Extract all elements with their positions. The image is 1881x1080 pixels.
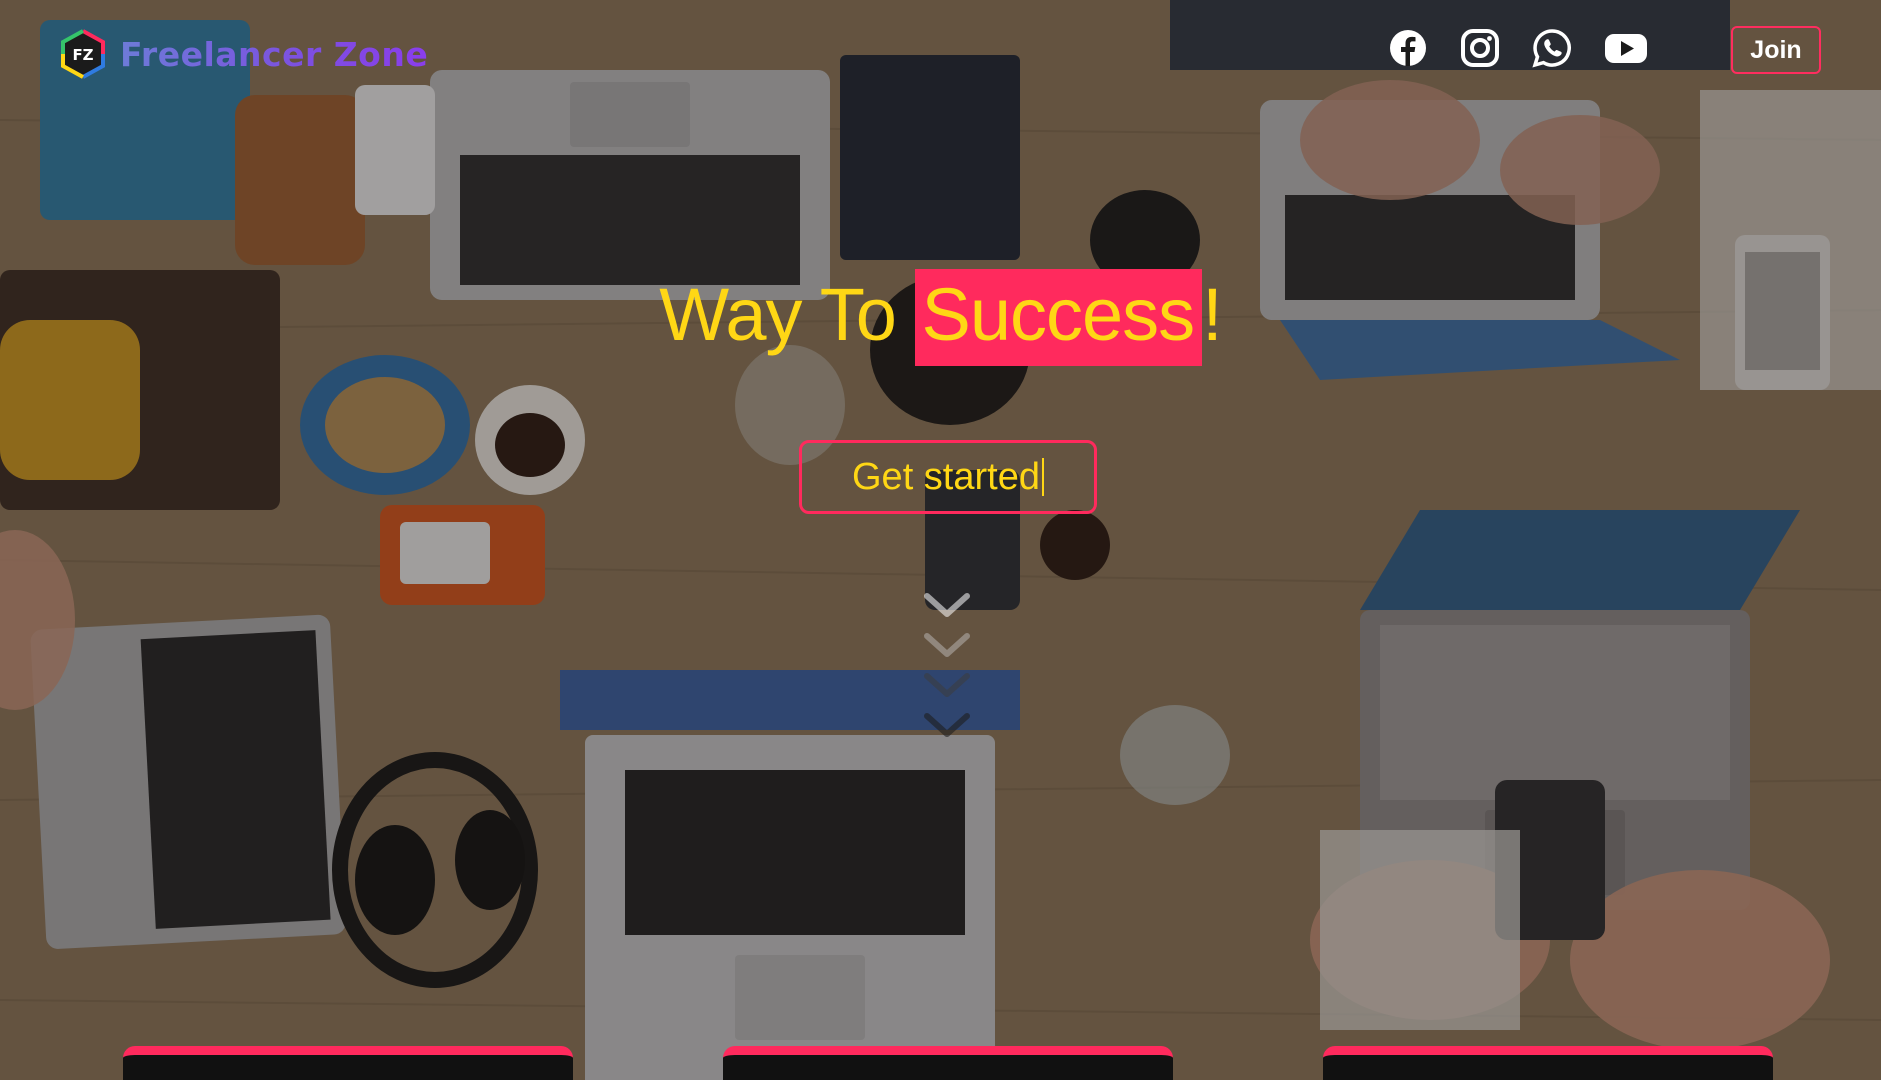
social-links [1388, 28, 1648, 68]
whatsapp-link[interactable] [1532, 28, 1572, 68]
feature-card-1 [123, 1046, 573, 1080]
chevron-down-icon [924, 593, 970, 737]
get-started-button[interactable]: Get started [799, 440, 1097, 514]
feature-card-2 [723, 1046, 1173, 1080]
join-button[interactable]: Join [1731, 26, 1821, 74]
navbar: FZ Freelancer Zone Join [0, 0, 1881, 100]
whatsapp-icon [1532, 29, 1571, 68]
brand-logo-text: FZ [72, 46, 93, 64]
instagram-link[interactable] [1460, 28, 1500, 68]
hero-headline: Way To Success! [0, 269, 1881, 366]
headline-text-end: ! [1202, 273, 1223, 356]
get-started-label: Get started [852, 455, 1040, 498]
scroll-down-indicator[interactable] [922, 588, 972, 738]
brand-name: Freelancer Zone [120, 34, 429, 74]
facebook-link[interactable] [1388, 28, 1428, 68]
brand-home-link[interactable]: FZ Freelancer Zone [60, 28, 428, 80]
youtube-link[interactable] [1604, 28, 1648, 68]
feature-card-3 [1323, 1046, 1773, 1080]
hero-dark-overlay [0, 0, 1881, 1080]
instagram-icon [1461, 29, 1499, 67]
facebook-icon [1390, 30, 1426, 66]
headline-highlight: Success [915, 269, 1203, 366]
brand-logo-icon: FZ [61, 29, 105, 79]
youtube-icon [1605, 34, 1647, 63]
headline-text-start: Way To [659, 273, 916, 356]
text-cursor [1041, 458, 1044, 496]
